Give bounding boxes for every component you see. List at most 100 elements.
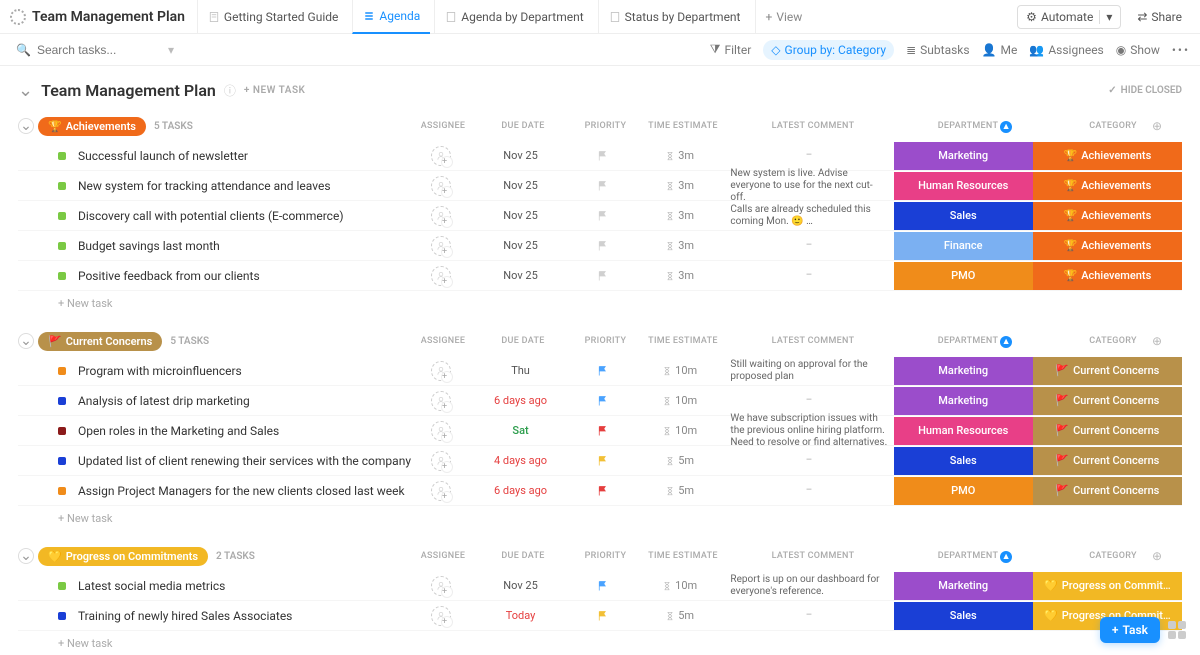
assignee-cell[interactable] <box>411 361 471 381</box>
time-estimate[interactable]: 5m <box>635 609 725 622</box>
task-row[interactable]: Training of newly hired Sales Associates… <box>18 601 1182 631</box>
department-badge[interactable]: Marketing <box>894 572 1033 600</box>
group-toggle[interactable]: ⌄ <box>18 118 34 134</box>
department-badge[interactable]: PMO <box>894 262 1033 290</box>
tab-status-dept[interactable]: Status by Department <box>598 0 751 34</box>
task-row[interactable]: Open roles in the Marketing and Sales Sa… <box>18 416 1182 446</box>
category-badge[interactable]: 🏆Achievements <box>1033 202 1182 230</box>
time-estimate[interactable]: 3m <box>635 239 725 252</box>
tab-getting-started[interactable]: Getting Started Guide <box>197 0 348 34</box>
more-button[interactable]: ••• <box>1172 43 1190 57</box>
due-date[interactable]: Nov 25 <box>471 209 570 222</box>
department-badge[interactable]: Sales <box>894 202 1033 230</box>
search-input[interactable] <box>37 43 162 57</box>
priority-cell[interactable] <box>570 270 635 282</box>
department-badge[interactable]: Marketing <box>894 357 1033 385</box>
category-badge[interactable]: 🏆Achievements <box>1033 232 1182 260</box>
tab-agenda-dept[interactable]: Agenda by Department <box>434 0 593 34</box>
time-estimate[interactable]: 3m <box>635 269 725 282</box>
due-date[interactable]: Nov 25 <box>471 149 570 162</box>
task-row[interactable]: Updated list of client renewing their se… <box>18 446 1182 476</box>
apps-button[interactable] <box>1168 621 1186 639</box>
department-badge[interactable]: Human Resources <box>894 172 1033 200</box>
task-row[interactable]: Budget savings last month Nov 25 3m – Fi… <box>18 231 1182 261</box>
time-estimate[interactable]: 10m <box>635 424 725 437</box>
add-column-button[interactable]: ⊕ <box>1152 119 1182 133</box>
priority-cell[interactable] <box>570 580 635 592</box>
me-button[interactable]: 👤Me <box>982 43 1018 57</box>
category-badge[interactable]: 🚩Current Concerns <box>1033 477 1182 505</box>
due-date[interactable]: Nov 25 <box>471 579 570 592</box>
priority-cell[interactable] <box>570 455 635 467</box>
time-estimate[interactable]: 5m <box>635 454 725 467</box>
assignee-cell[interactable] <box>411 391 471 411</box>
time-estimate[interactable]: 5m <box>635 484 725 497</box>
priority-cell[interactable] <box>570 210 635 222</box>
add-column-button[interactable]: ⊕ <box>1152 334 1182 348</box>
category-badge[interactable]: 🏆Achievements <box>1033 262 1182 290</box>
category-badge[interactable]: 🚩Current Concerns <box>1033 357 1182 385</box>
task-row[interactable]: Successful launch of newsletter Nov 25 3… <box>18 141 1182 171</box>
group-pill[interactable]: 🏆Achievements <box>38 117 146 136</box>
priority-cell[interactable] <box>570 150 635 162</box>
category-badge[interactable]: 🚩Current Concerns <box>1033 447 1182 475</box>
category-badge[interactable]: 💛Progress on Commit… <box>1033 572 1182 600</box>
time-estimate[interactable]: 10m <box>635 579 725 592</box>
collapse-all-icon[interactable]: ⌄ <box>18 80 33 101</box>
department-badge[interactable]: Marketing <box>894 142 1033 170</box>
task-row[interactable]: New system for tracking attendance and l… <box>18 171 1182 201</box>
priority-cell[interactable] <box>570 425 635 437</box>
assignee-cell[interactable] <box>411 606 471 626</box>
category-badge[interactable]: 🏆Achievements <box>1033 172 1182 200</box>
assignee-cell[interactable] <box>411 236 471 256</box>
department-badge[interactable]: PMO <box>894 477 1033 505</box>
show-button[interactable]: ◉Show <box>1116 43 1160 57</box>
info-icon[interactable]: ⓘ <box>224 82 236 99</box>
group-toggle[interactable]: ⌄ <box>18 548 34 564</box>
task-row[interactable]: Latest social media metrics Nov 25 10m R… <box>18 571 1182 601</box>
department-badge[interactable]: Sales <box>894 447 1033 475</box>
assignee-cell[interactable] <box>411 451 471 471</box>
due-date[interactable]: 6 days ago <box>471 484 570 497</box>
department-badge[interactable]: Human Resources <box>894 417 1033 445</box>
department-badge[interactable]: Marketing <box>894 387 1033 415</box>
department-badge[interactable]: Sales <box>894 602 1033 630</box>
priority-cell[interactable] <box>570 240 635 252</box>
add-column-button[interactable]: ⊕ <box>1152 549 1182 563</box>
priority-cell[interactable] <box>570 180 635 192</box>
new-task-button[interactable]: + NEW TASK <box>244 85 306 96</box>
new-task-row[interactable]: + New task <box>18 291 1182 316</box>
time-estimate[interactable]: 3m <box>635 209 725 222</box>
due-date[interactable]: Nov 25 <box>471 269 570 282</box>
chevron-down-icon[interactable]: ▾ <box>168 43 174 57</box>
assignee-cell[interactable] <box>411 266 471 286</box>
assignee-cell[interactable] <box>411 576 471 596</box>
category-badge[interactable]: 🚩Current Concerns <box>1033 387 1182 415</box>
task-row[interactable]: Assign Project Managers for the new clie… <box>18 476 1182 506</box>
assignee-cell[interactable] <box>411 421 471 441</box>
due-date[interactable]: 4 days ago <box>471 454 570 467</box>
group-toggle[interactable]: ⌄ <box>18 333 34 349</box>
department-badge[interactable]: Finance <box>894 232 1033 260</box>
time-estimate[interactable]: 3m <box>635 179 725 192</box>
assignee-cell[interactable] <box>411 176 471 196</box>
due-date[interactable]: Nov 25 <box>471 179 570 192</box>
time-estimate[interactable]: 10m <box>635 394 725 407</box>
filter-button[interactable]: ⧩Filter <box>710 42 752 57</box>
priority-cell[interactable] <box>570 365 635 377</box>
priority-cell[interactable] <box>570 395 635 407</box>
task-row[interactable]: Analysis of latest drip marketing 6 days… <box>18 386 1182 416</box>
assignee-cell[interactable] <box>411 206 471 226</box>
task-row[interactable]: Positive feedback from our clients Nov 2… <box>18 261 1182 291</box>
hide-closed-button[interactable]: ✓HIDE CLOSED <box>1108 85 1182 96</box>
group-pill[interactable]: 🚩Current Concerns <box>38 332 162 351</box>
new-task-row[interactable]: + New task <box>18 631 1182 655</box>
tab-add-view[interactable]: + View <box>755 0 813 34</box>
due-date[interactable]: Sat <box>471 424 570 437</box>
priority-cell[interactable] <box>570 610 635 622</box>
due-date[interactable]: Nov 25 <box>471 239 570 252</box>
assignee-cell[interactable] <box>411 146 471 166</box>
new-task-fab[interactable]: +Task <box>1100 617 1160 643</box>
new-task-row[interactable]: + New task <box>18 506 1182 531</box>
priority-cell[interactable] <box>570 485 635 497</box>
